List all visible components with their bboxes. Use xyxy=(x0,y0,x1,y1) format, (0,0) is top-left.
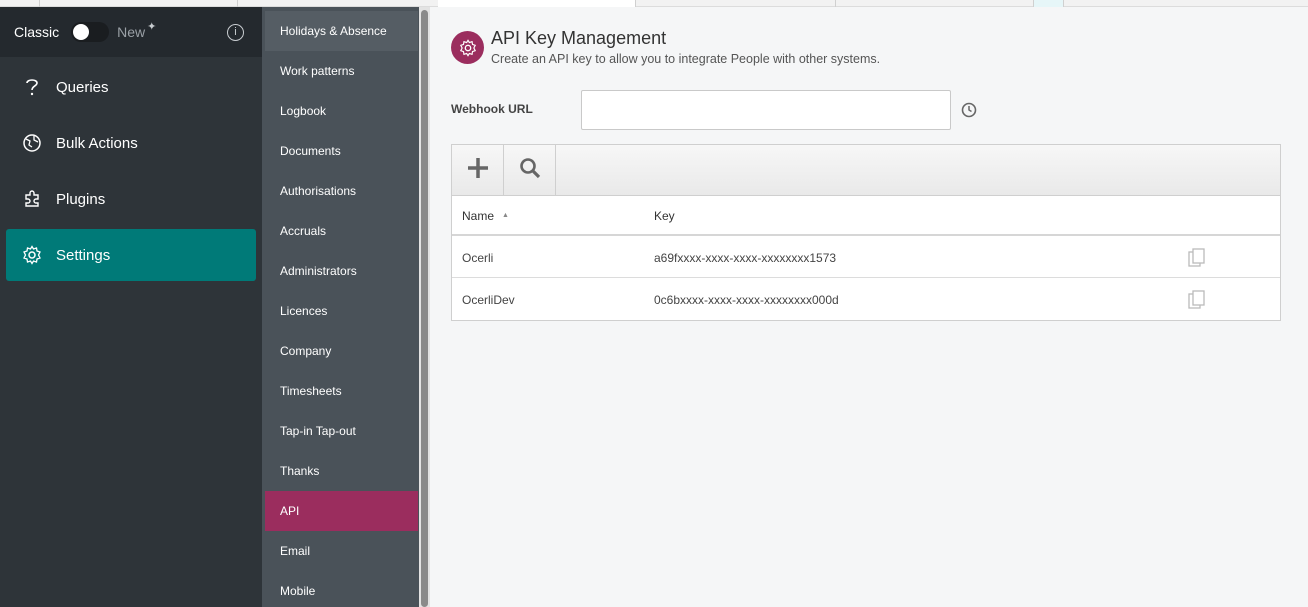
subnav-item-tap-in-tap-out[interactable]: Tap-in Tap-out xyxy=(265,411,418,451)
api-keys-table: Name ▲ Key Ocerli a69fxxxx-xxxx-xxxx-xxx… xyxy=(451,196,1281,321)
question-icon xyxy=(22,77,42,97)
key-name: Ocerli xyxy=(462,251,494,265)
subnav-item-licences[interactable]: Licences xyxy=(265,291,418,331)
subnav-item-logbook[interactable]: Logbook xyxy=(265,91,418,131)
nav-item-label: Settings xyxy=(56,246,111,264)
subnav-item-accruals[interactable]: Accruals xyxy=(265,211,418,251)
subnav-item-label: Tap-in Tap-out xyxy=(280,424,356,438)
subnav-item-label: Work patterns xyxy=(280,64,355,78)
nav-item-queries[interactable]: Queries xyxy=(6,62,256,112)
add-key-button[interactable] xyxy=(452,145,504,195)
table-row[interactable]: OcerliDev 0c6bxxxx-xxxx-xxxx-xxxxxxxx000… xyxy=(452,278,1280,320)
main-content: API Key Management Create an API key to … xyxy=(430,7,1308,607)
subnav-item-label: Timesheets xyxy=(280,384,342,398)
column-header-key[interactable]: Key xyxy=(654,209,675,223)
copy-icon[interactable] xyxy=(1188,248,1206,268)
webhook-url-input[interactable] xyxy=(581,90,951,130)
key-value: 0c6bxxxx-xxxx-xxxx-xxxxxxxx000d xyxy=(654,293,839,307)
sparkle-icon: ✦ xyxy=(147,20,157,33)
subnav-item-label: Authorisations xyxy=(280,184,357,198)
scrollbar-thumb[interactable] xyxy=(421,10,428,607)
key-name: OcerliDev xyxy=(462,293,515,307)
nav-item-settings[interactable]: Settings xyxy=(6,229,256,281)
subnav-item-label: Accruals xyxy=(280,224,327,238)
ui-mode-toggle[interactable] xyxy=(71,22,110,42)
sort-ascending-icon[interactable]: ▲ xyxy=(502,212,509,219)
browser-tab-strip xyxy=(0,0,1308,7)
subnav-item-thanks[interactable]: Thanks xyxy=(265,451,418,491)
subnav-item-label: Documents xyxy=(280,144,341,158)
subnav-item-label: API xyxy=(280,504,300,518)
subnav-item-label: Email xyxy=(280,544,311,558)
new-label: New xyxy=(117,24,146,40)
puzzle-icon xyxy=(22,189,42,209)
subnav-item-administrators[interactable]: Administrators xyxy=(265,251,418,291)
subnav-item-company[interactable]: Company xyxy=(265,331,418,371)
table-header: Name ▲ Key xyxy=(452,196,1280,236)
subnav-item-label: Company xyxy=(280,344,332,358)
subnav-item-mobile[interactable]: Mobile xyxy=(265,571,418,607)
subnav-item-documents[interactable]: Documents xyxy=(265,131,418,171)
settings-subnav: Holidays & Absence Work patterns Logbook… xyxy=(262,7,419,607)
nav-item-plugins[interactable]: Plugins xyxy=(6,174,256,224)
subnav-item-label: Mobile xyxy=(280,584,316,598)
subnav-scrollbar[interactable] xyxy=(419,7,430,607)
browser-tab[interactable] xyxy=(40,0,238,7)
subnav-item-timesheets[interactable]: Timesheets xyxy=(265,371,418,411)
subnav-item-label: Logbook xyxy=(280,104,327,118)
gear-icon xyxy=(22,245,42,265)
browser-tab-active[interactable] xyxy=(438,0,636,7)
api-key-toolbar xyxy=(451,144,1281,196)
browser-tab[interactable] xyxy=(636,0,836,7)
plus-icon xyxy=(466,156,490,185)
settings-gear-icon xyxy=(451,31,484,64)
subnav-item-work-patterns[interactable]: Work patterns xyxy=(265,51,418,91)
webhook-url-label: Webhook URL xyxy=(451,102,533,116)
subnav-item-label: Administrators xyxy=(280,264,357,278)
nav-item-label: Queries xyxy=(56,78,109,96)
page-subtitle: Create an API key to allow you to integr… xyxy=(491,52,881,66)
subnav-item-authorisations[interactable]: Authorisations xyxy=(265,171,418,211)
browser-tab[interactable] xyxy=(0,0,40,7)
subnav-item-email[interactable]: Email xyxy=(265,531,418,571)
copy-icon[interactable] xyxy=(1188,290,1206,310)
toggle-knob xyxy=(73,24,90,40)
key-value: a69fxxxx-xxxx-xxxx-xxxxxxxx1573 xyxy=(654,251,837,265)
globe-icon xyxy=(22,133,42,153)
info-icon[interactable]: i xyxy=(227,23,244,41)
table-row[interactable]: Ocerli a69fxxxx-xxxx-xxxx-xxxxxxxx1573 xyxy=(452,236,1280,278)
search-icon xyxy=(519,157,541,184)
primary-nav: Classic New ✦ i Queries Bulk Actions Plu… xyxy=(0,7,262,607)
nav-item-label: Plugins xyxy=(56,190,106,208)
page-title: API Key Management xyxy=(491,28,667,48)
subnav-item-api[interactable]: API xyxy=(265,491,418,531)
nav-item-bulk-actions[interactable]: Bulk Actions xyxy=(6,118,256,168)
search-key-button[interactable] xyxy=(504,145,556,195)
subnav-item-label: Licences xyxy=(280,304,328,318)
subnav-item-label: Thanks xyxy=(280,464,320,478)
clock-icon[interactable] xyxy=(961,102,977,118)
column-header-name[interactable]: Name xyxy=(462,209,494,223)
classic-label: Classic xyxy=(14,24,60,40)
browser-tab[interactable] xyxy=(1034,0,1064,7)
subnav-item-holidays-absence[interactable]: Holidays & Absence xyxy=(265,11,418,51)
browser-tab[interactable] xyxy=(836,0,1034,7)
subnav-item-label: Holidays & Absence xyxy=(280,24,387,38)
nav-item-label: Bulk Actions xyxy=(56,134,138,152)
ui-mode-switcher: Classic New ✦ i xyxy=(0,7,262,57)
